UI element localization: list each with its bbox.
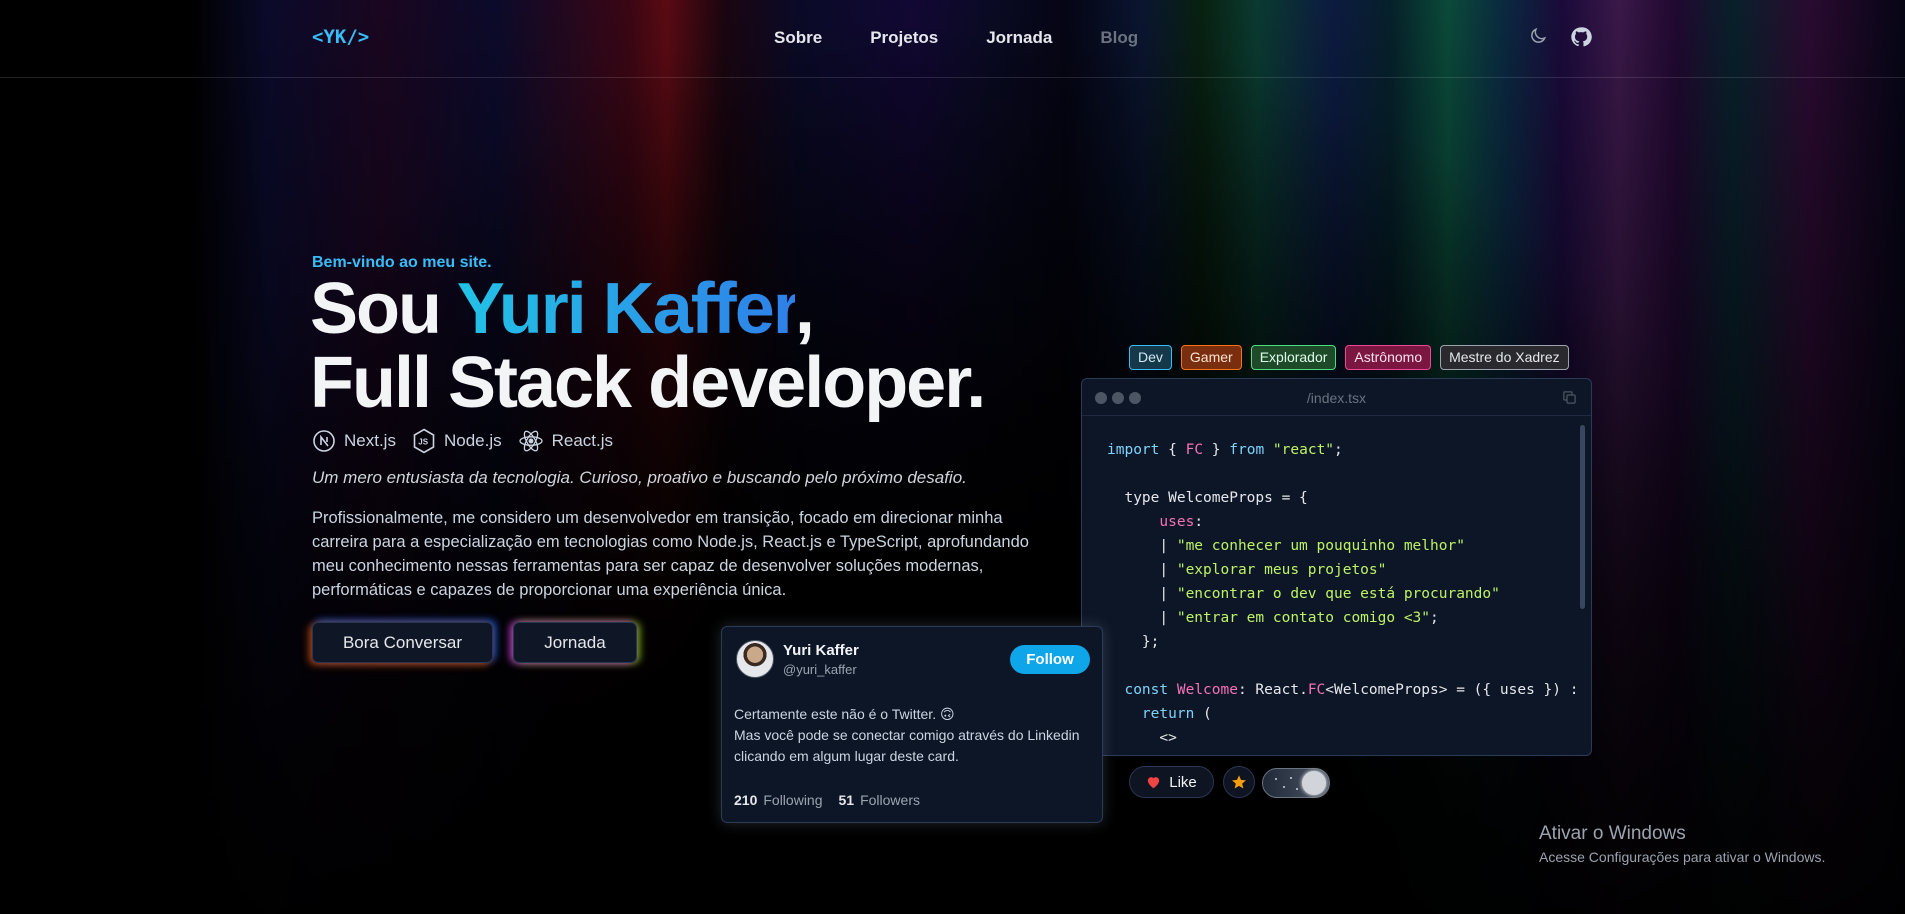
- stack-item-nodejs: JS Node.js: [412, 428, 502, 454]
- persona-tags: Dev Gamer Explorador Astrônomo Mestre do…: [1129, 345, 1569, 370]
- profile-card[interactable]: Yuri Kaffer @yuri_kaffer Follow Certamen…: [721, 626, 1103, 823]
- tag-dev[interactable]: Dev: [1129, 345, 1172, 370]
- profile-bio: Certamente este não é o Twitter. 🙃 Mas v…: [734, 704, 1094, 767]
- title-name: Yuri Kaffer: [456, 269, 797, 349]
- stack-label-nextjs: Next.js: [344, 431, 396, 450]
- svg-text:JS: JS: [418, 438, 428, 447]
- bio-line-2: Mas você pode se conectar comigo através…: [734, 727, 1080, 764]
- hero-title: Sou Yuri Kaffer, Full Stack developer.: [310, 269, 986, 423]
- star-icon: [1232, 775, 1246, 789]
- hero-paragraph: Profissionalmente, me considero um desen…: [312, 509, 1029, 599]
- nodejs-icon: JS: [413, 428, 435, 454]
- theme-toggle-moon-icon[interactable]: [1528, 26, 1548, 48]
- stack-item-nextjs: Next.js: [312, 429, 396, 453]
- tag-mestre-xadrez[interactable]: Mestre do Xadrez: [1440, 345, 1569, 370]
- copy-icon[interactable]: [1562, 390, 1577, 410]
- tag-explorador[interactable]: Explorador: [1250, 345, 1337, 370]
- contact-button[interactable]: Bora Conversar: [312, 622, 493, 663]
- tech-stack: Next.js JS Node.js React.js: [312, 428, 613, 454]
- code-window: /index.tsx import { FC } from "react"; t…: [1081, 378, 1592, 756]
- code-content: import { FC } from "react"; type Welcome…: [1107, 442, 1579, 746]
- nav-link-projetos[interactable]: Projetos: [870, 28, 938, 48]
- top-navbar: <YK/> Sobre Projetos Jornada Blog: [0, 0, 1905, 78]
- profile-name: Yuri Kaffer: [783, 642, 859, 659]
- follow-button[interactable]: Follow: [1010, 645, 1090, 674]
- watermark-subtitle: Acesse Configurações para ativar o Windo…: [1539, 849, 1826, 865]
- react-icon: [518, 430, 543, 452]
- star-button[interactable]: [1223, 766, 1255, 798]
- like-button[interactable]: Like: [1129, 766, 1214, 798]
- code-use-2: "explorar meus projetos": [1176, 562, 1387, 578]
- main-menu: Sobre Projetos Jornada Blog: [774, 28, 1138, 48]
- code-scrollbar[interactable]: [1580, 425, 1585, 609]
- code-window-titlebar: /index.tsx: [1082, 379, 1591, 416]
- night-mode-toggle[interactable]: [1262, 768, 1330, 798]
- code-filename: /index.tsx: [1306, 390, 1367, 406]
- github-icon[interactable]: [1570, 26, 1592, 48]
- code-use-3: "encontrar o dev que está procurando": [1176, 586, 1500, 602]
- bio-line-1: Certamente este não é o Twitter. 🙃: [734, 706, 955, 722]
- watermark-title: Ativar o Windows: [1539, 823, 1686, 844]
- stack-label-nodejs: Node.js: [443, 431, 502, 450]
- like-label: Like: [1169, 773, 1197, 791]
- code-use-1: "me conhecer um pouquinho melhor": [1176, 538, 1465, 554]
- heart-icon: [1148, 777, 1160, 789]
- title-prefix: Sou: [310, 269, 457, 349]
- site-logo[interactable]: <YK/>: [312, 26, 369, 48]
- title-line2: Full Stack developer.: [310, 343, 986, 423]
- nav-link-jornada[interactable]: Jornada: [986, 28, 1052, 48]
- followers-stat[interactable]: 51 Followers: [839, 792, 920, 808]
- title-comma: ,: [794, 269, 815, 349]
- toggle-knob: [1302, 771, 1326, 795]
- nextjs-icon: [313, 430, 335, 452]
- tag-astronomo[interactable]: Astrônomo: [1345, 345, 1432, 370]
- profile-handle: @yuri_kaffer: [783, 662, 857, 677]
- profile-stats: 210 Following 51 Followers: [734, 792, 920, 808]
- following-stat[interactable]: 210 Following: [734, 792, 823, 808]
- nav-icons: [1528, 26, 1592, 48]
- nav-link-blog[interactable]: Blog: [1100, 28, 1138, 48]
- avatar: [736, 640, 774, 678]
- tag-gamer[interactable]: Gamer: [1180, 345, 1242, 370]
- journey-button[interactable]: Jornada: [513, 622, 637, 663]
- stack-item-reactjs: React.js: [518, 429, 613, 453]
- code-use-4: "entrar em contato comigo <3": [1176, 610, 1431, 626]
- windows-activation-watermark: Ativar o Windows Acesse Configurações pa…: [1539, 823, 1825, 865]
- stack-label-reactjs: React.js: [551, 431, 614, 450]
- hero-tagline: Um mero entusiasta da tecnologia. Curios…: [312, 468, 967, 487]
- nav-link-sobre[interactable]: Sobre: [774, 28, 822, 48]
